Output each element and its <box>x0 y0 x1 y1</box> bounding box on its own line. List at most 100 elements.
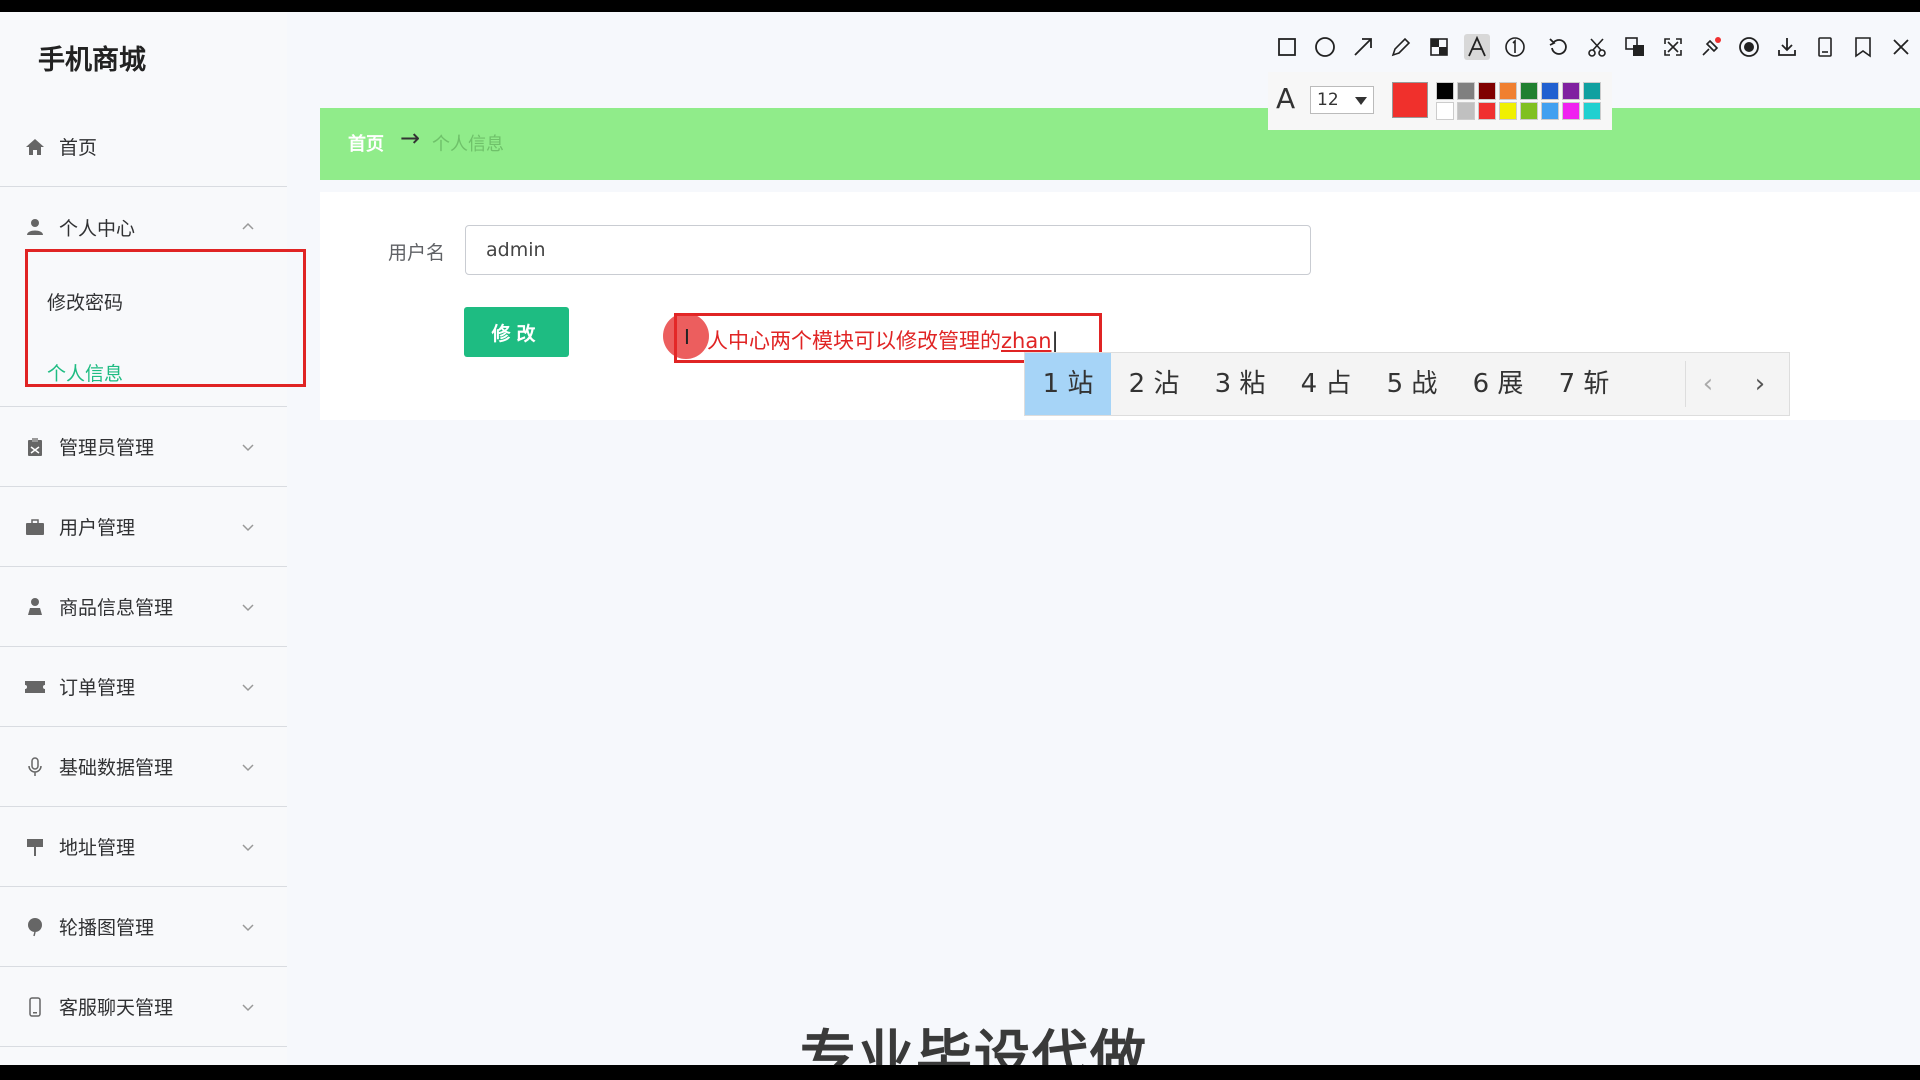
clipboard-icon <box>24 436 46 458</box>
briefcase-icon <box>24 516 46 538</box>
sidebar-item-carousel-management[interactable]: 轮播图管理 <box>0 887 287 967</box>
sidebar-item-label: 订单管理 <box>59 677 136 699</box>
sidebar-item-label: 地址管理 <box>59 837 136 859</box>
sidebar-item-label: 客服聊天管理 <box>59 997 174 1019</box>
current-color-swatch[interactable] <box>1392 82 1428 118</box>
phone-icon <box>24 996 46 1018</box>
color-swatch[interactable] <box>1541 102 1559 120</box>
undo-icon[interactable] <box>1546 34 1572 60</box>
annotation-text: 人中心两个模块可以修改管理的zhan| <box>707 329 1059 353</box>
ime-prev-page-button[interactable]: ‹ <box>1683 353 1733 415</box>
ime-candidate[interactable]: 4 占 <box>1283 353 1369 415</box>
ellipse-tool-icon[interactable] <box>1312 34 1338 60</box>
sidebar-item-label: 个人中心 <box>59 217 136 240</box>
font-size-value: 12 <box>1317 90 1339 110</box>
expand-icon[interactable] <box>1660 34 1686 60</box>
signpost-icon <box>24 836 46 858</box>
color-swatch[interactable] <box>1541 82 1559 100</box>
color-swatch[interactable] <box>1436 102 1454 120</box>
close-icon[interactable] <box>1888 34 1914 60</box>
color-swatch[interactable] <box>1583 82 1601 100</box>
arrow-tool-icon[interactable] <box>1350 34 1376 60</box>
sidebar-item-label: 首页 <box>59 137 98 159</box>
pin-icon[interactable] <box>1698 34 1724 60</box>
color-swatch[interactable] <box>1478 82 1496 100</box>
translate-icon[interactable] <box>1622 34 1648 60</box>
color-swatch[interactable] <box>1436 82 1454 100</box>
user-icon <box>24 216 46 238</box>
color-swatch[interactable] <box>1478 102 1496 120</box>
chevron-down-icon <box>242 1003 254 1011</box>
chevron-down-icon <box>242 443 254 451</box>
chevron-down-icon <box>242 683 254 691</box>
ime-candidate[interactable]: 7 斩 <box>1541 353 1627 415</box>
microphone-icon <box>24 756 46 778</box>
ime-candidate[interactable]: 5 战 <box>1369 353 1455 415</box>
modify-button[interactable]: 修改 <box>464 307 569 357</box>
color-swatch[interactable] <box>1520 82 1538 100</box>
breadcrumb-home-link[interactable]: 首页 <box>348 130 384 156</box>
sidebar-item-label: 管理员管理 <box>59 437 155 459</box>
chevron-down-icon <box>242 843 254 851</box>
color-swatch[interactable] <box>1457 102 1475 120</box>
sidebar-item-label: 轮播图管理 <box>59 917 155 939</box>
color-swatch[interactable] <box>1562 82 1580 100</box>
ime-candidate[interactable]: 6 展 <box>1455 353 1541 415</box>
breadcrumb: 首页 → 个人信息 <box>320 108 1920 180</box>
username-label: 用户名 <box>388 242 446 264</box>
chevron-up-icon <box>242 222 254 230</box>
ticket-icon <box>24 676 46 698</box>
color-swatch[interactable] <box>1520 102 1538 120</box>
sidebar-item-order-management[interactable]: 订单管理 <box>0 647 287 727</box>
sidebar-item-home[interactable]: 首页 <box>0 107 287 187</box>
sidebar-item-chat-management[interactable]: 客服聊天管理 <box>0 967 287 1047</box>
app-brand: 手机商城 <box>38 45 146 76</box>
ime-candidate[interactable]: 3 粘 <box>1197 353 1283 415</box>
sidebar-item-product-management[interactable]: 商品信息管理 <box>0 567 287 647</box>
scissors-icon[interactable] <box>1584 34 1610 60</box>
sidebar-item-label: 商品信息管理 <box>59 597 174 619</box>
ime-next-page-button[interactable]: › <box>1735 353 1785 415</box>
person-icon <box>24 596 46 618</box>
sidebar-item-basic-data-management[interactable]: 基础数据管理 <box>0 727 287 807</box>
color-swatch[interactable] <box>1583 102 1601 120</box>
color-swatch[interactable] <box>1499 102 1517 120</box>
record-icon[interactable] <box>1736 34 1762 60</box>
font-size-icon: A <box>1276 82 1296 115</box>
home-icon <box>24 136 46 158</box>
sidebar: 手机商城 首页 个人中心 修改密码 个人信息 管理员管理 用户管理 商品信息管理… <box>0 12 306 1065</box>
sidebar-item-label: 基础数据管理 <box>59 757 174 779</box>
chevron-down-icon <box>242 603 254 611</box>
text-tool-icon[interactable] <box>1464 34 1490 60</box>
font-size-select[interactable]: 12 <box>1310 86 1374 114</box>
ime-candidate[interactable]: 1 站 <box>1025 353 1111 415</box>
rectangle-tool-icon[interactable] <box>1274 34 1300 60</box>
chevron-down-icon <box>242 763 254 771</box>
text-style-toolbar: A 12 <box>1268 72 1612 130</box>
breadcrumb-current: 个人信息 <box>432 134 504 155</box>
sidebar-item-user-management[interactable]: 用户管理 <box>0 487 287 567</box>
balloon-icon <box>24 916 46 938</box>
sidebar-item-address-management[interactable]: 地址管理 <box>0 807 287 887</box>
annotation-composing-text: zhan <box>1001 329 1052 353</box>
bookmark-icon[interactable] <box>1850 34 1876 60</box>
sidebar-item-admin-management[interactable]: 管理员管理 <box>0 407 287 487</box>
pencil-tool-icon[interactable] <box>1388 34 1414 60</box>
chevron-down-icon <box>1355 97 1367 105</box>
chevron-down-icon <box>242 523 254 531</box>
username-input[interactable] <box>465 225 1311 275</box>
annotation-toolbar <box>1270 24 1920 72</box>
breadcrumb-arrow: → <box>400 124 421 152</box>
color-swatch[interactable] <box>1499 82 1517 100</box>
copy-icon[interactable] <box>1812 34 1838 60</box>
color-swatch[interactable] <box>1457 82 1475 100</box>
chevron-down-icon <box>242 923 254 931</box>
color-swatch[interactable] <box>1562 102 1580 120</box>
mosaic-tool-icon[interactable] <box>1426 34 1452 60</box>
screen: 手机商城 首页 个人中心 修改密码 个人信息 管理员管理 用户管理 商品信息管理… <box>0 12 1920 1065</box>
number-marker-tool-icon[interactable] <box>1502 34 1528 60</box>
sidebar-item-label: 用户管理 <box>59 517 136 539</box>
ime-candidate[interactable]: 2 沾 <box>1111 353 1197 415</box>
download-icon[interactable] <box>1774 34 1800 60</box>
watermark-text: 专业毕设代做 <box>800 1025 1148 1065</box>
